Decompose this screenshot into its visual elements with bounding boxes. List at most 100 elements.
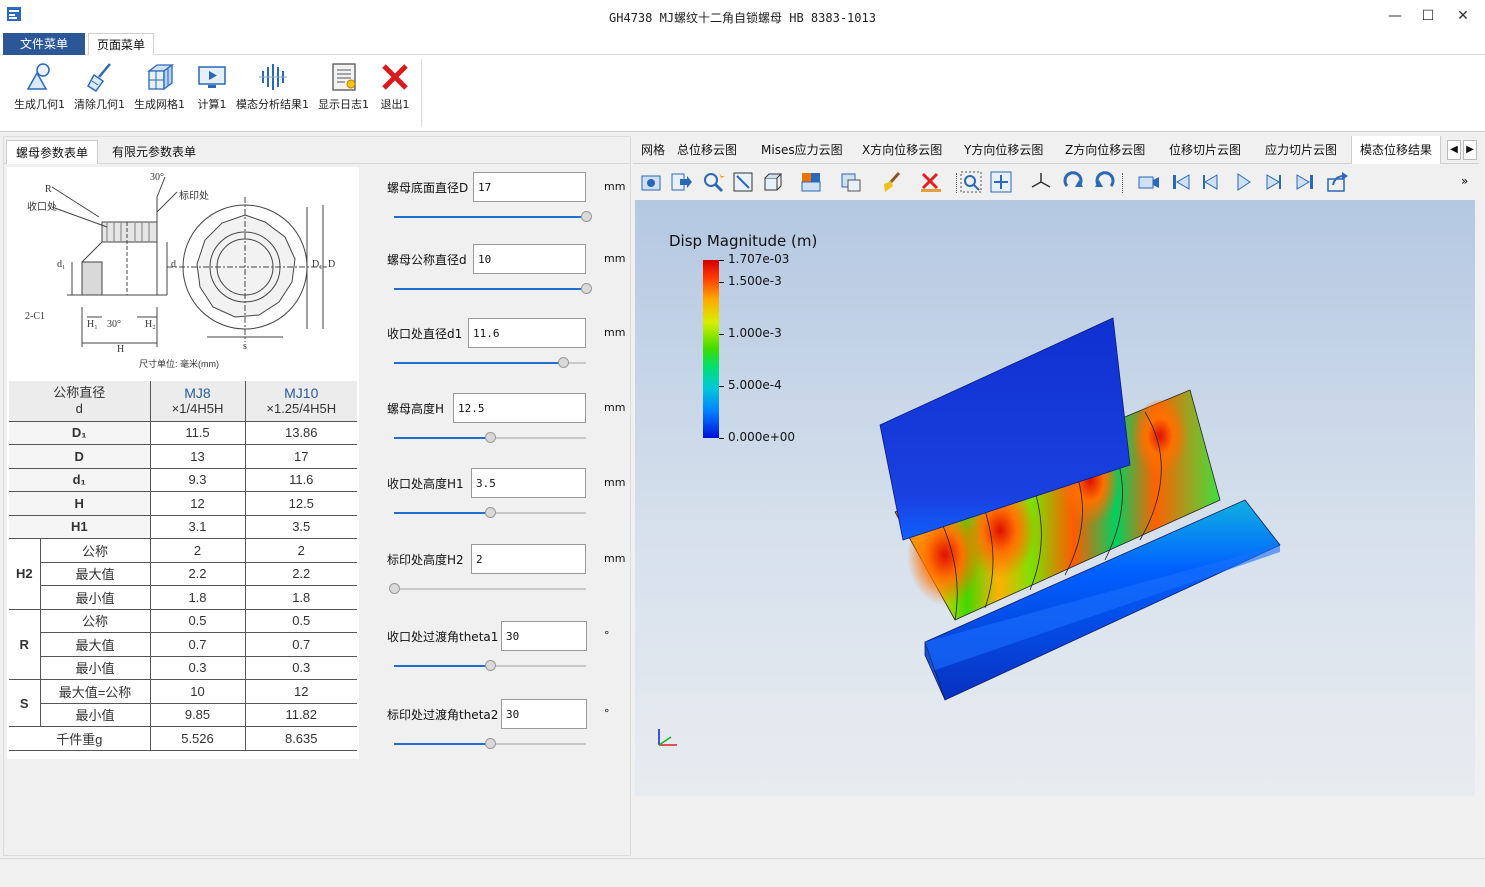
rotate-cw-icon[interactable] bbox=[1061, 170, 1085, 194]
pan-icon[interactable] bbox=[989, 170, 1013, 194]
slider-thumb[interactable] bbox=[485, 432, 496, 443]
tab-result-4[interactable]: Y方向位移云图 bbox=[956, 136, 1051, 164]
param-input[interactable] bbox=[501, 621, 587, 651]
param-input[interactable] bbox=[468, 318, 586, 348]
slider-thumb[interactable] bbox=[389, 583, 400, 594]
drawing-label-H2: H₂ bbox=[145, 319, 156, 330]
last-frame-icon[interactable] bbox=[1293, 170, 1317, 194]
param-input[interactable] bbox=[471, 468, 586, 498]
param-row: 收口处直径d1 mm bbox=[387, 318, 632, 378]
modal-analysis-button[interactable]: 模态分析结果1 bbox=[236, 61, 309, 119]
slider-thumb[interactable] bbox=[581, 211, 592, 222]
param-unit: mm bbox=[604, 180, 626, 193]
cell-mj10: 8.635 bbox=[245, 726, 357, 751]
param-input[interactable] bbox=[473, 244, 586, 274]
fit-box-icon[interactable] bbox=[731, 170, 755, 194]
play-icon[interactable] bbox=[1231, 170, 1255, 194]
param-input[interactable] bbox=[473, 172, 586, 202]
slider-thumb[interactable] bbox=[485, 507, 496, 518]
cube-outline-icon[interactable] bbox=[761, 170, 785, 194]
color-box-icon[interactable] bbox=[799, 170, 823, 194]
cell-mj8: 2.2 bbox=[150, 562, 246, 586]
tab-result-0[interactable]: 网格 bbox=[633, 136, 673, 164]
slider-thumb[interactable] bbox=[557, 357, 569, 368]
zoom-region-icon[interactable] bbox=[959, 170, 983, 194]
drawing-label-D: D bbox=[328, 259, 335, 270]
toolbar-overflow-icon[interactable]: » bbox=[1461, 174, 1468, 188]
tab-result-8[interactable]: 模态位移结果 bbox=[1351, 136, 1442, 164]
param-slider[interactable] bbox=[394, 507, 586, 518]
slider-thumb[interactable] bbox=[581, 283, 592, 294]
param-slider[interactable] bbox=[394, 738, 586, 749]
tab-prev-icon[interactable]: ◀ bbox=[1447, 140, 1461, 160]
param-input[interactable] bbox=[501, 699, 587, 729]
clear-x-icon[interactable] bbox=[919, 170, 943, 194]
tab-next-icon[interactable]: ▶ bbox=[1463, 140, 1477, 160]
tab-result-1[interactable]: 总位移云图 bbox=[669, 136, 745, 164]
tab-result-3[interactable]: X方向位移云图 bbox=[854, 136, 950, 164]
show-log-button[interactable]: 显示日志1 bbox=[318, 61, 369, 119]
tab-result-2[interactable]: Mises应力云图 bbox=[753, 136, 851, 164]
table-row: d₁ 9.3 11.6 bbox=[9, 468, 357, 492]
tab-result-7[interactable]: 应力切片云图 bbox=[1257, 136, 1345, 164]
sub-row-header: 公称 bbox=[40, 609, 151, 633]
tab-fem-params[interactable]: 有限元参数表单 bbox=[103, 140, 205, 164]
param-slider[interactable] bbox=[394, 283, 592, 294]
share-icon[interactable] bbox=[1325, 170, 1349, 194]
compute-button[interactable]: 计算1 bbox=[196, 61, 228, 119]
ribbon-toolbar: 生成几何1 清除几何1 生成网格1 计算1 模态分析结果1 显示日志1 退出1 bbox=[0, 55, 1485, 132]
param-unit: mm bbox=[604, 401, 626, 414]
close-button[interactable]: ✕ bbox=[1443, 0, 1483, 31]
tab-file-menu[interactable]: 文件菜单 bbox=[3, 33, 85, 55]
nut-3d-model[interactable] bbox=[635, 200, 1475, 796]
param-input[interactable] bbox=[453, 393, 586, 423]
generate-mesh-button[interactable]: 生成网格1 bbox=[134, 61, 185, 119]
clear-geometry-button[interactable]: 清除几何1 bbox=[74, 61, 125, 119]
axes-icon[interactable] bbox=[1029, 170, 1053, 194]
drawing-units-note: 尺寸单位: 毫米(mm) bbox=[139, 358, 219, 369]
tab-page-menu[interactable]: 页面菜单 bbox=[88, 33, 154, 55]
param-input[interactable] bbox=[471, 544, 586, 574]
param-slider[interactable] bbox=[389, 583, 586, 594]
camera-icon[interactable] bbox=[639, 170, 663, 194]
param-slider[interactable] bbox=[394, 357, 586, 368]
param-slider[interactable] bbox=[394, 660, 586, 671]
magic-zoom-icon[interactable] bbox=[701, 170, 725, 194]
video-camera-icon[interactable] bbox=[1137, 170, 1161, 194]
generate-geometry-button[interactable]: 生成几何1 bbox=[14, 61, 65, 119]
legend-tick-label: 1.000e-3 bbox=[728, 325, 782, 340]
legend-tick bbox=[719, 333, 724, 335]
tab-result-5[interactable]: Z方向位移云图 bbox=[1057, 136, 1153, 164]
prev-frame-icon[interactable] bbox=[1199, 170, 1223, 194]
group-header: S bbox=[9, 679, 41, 727]
ribbon-label: 退出1 bbox=[380, 98, 410, 111]
exit-button[interactable]: 退出1 bbox=[379, 61, 411, 119]
ribbon-label: 显示日志1 bbox=[318, 98, 369, 111]
tab-nut-params[interactable]: 螺母参数表单 bbox=[6, 140, 99, 164]
slider-thumb[interactable] bbox=[485, 660, 496, 671]
param-slider[interactable] bbox=[394, 432, 586, 443]
brush-icon[interactable] bbox=[879, 170, 903, 194]
maximize-button[interactable]: ☐ bbox=[1408, 0, 1448, 31]
sub-row-header: 最小值 bbox=[40, 703, 151, 727]
cell-mj10: 0.7 bbox=[245, 632, 357, 657]
param-label: 标印处过渡角theta2 bbox=[387, 708, 499, 722]
export-arrow-icon[interactable] bbox=[669, 170, 693, 194]
nut-drawing: R 收口处 标印处 30° d₁ d D₁ D 2-C1 H₁ H₂ 30° H… bbox=[25, 172, 335, 369]
drawing-label-angle-b: 30° bbox=[107, 319, 121, 330]
first-frame-icon[interactable] bbox=[1169, 170, 1193, 194]
broom-icon bbox=[86, 63, 111, 92]
rotate-ccw-icon[interactable] bbox=[1093, 170, 1117, 194]
select-box-icon[interactable] bbox=[839, 170, 863, 194]
param-label: 螺母高度H bbox=[387, 402, 445, 416]
slider-thumb[interactable] bbox=[485, 738, 496, 749]
param-slider[interactable] bbox=[394, 211, 592, 222]
ribbon-label: 生成几何1 bbox=[14, 98, 65, 111]
viewport-3d[interactable]: Disp Magnitude (m) 1.707e-03 1.500e-3 1.00… bbox=[635, 200, 1475, 796]
tab-result-6[interactable]: 位移切片云图 bbox=[1161, 136, 1249, 164]
geometry-icon bbox=[26, 63, 50, 90]
row-header: d₁ bbox=[9, 468, 151, 492]
slider-fill bbox=[394, 216, 586, 218]
ribbon-label: 清除几何1 bbox=[74, 98, 125, 111]
next-frame-icon[interactable] bbox=[1261, 170, 1285, 194]
